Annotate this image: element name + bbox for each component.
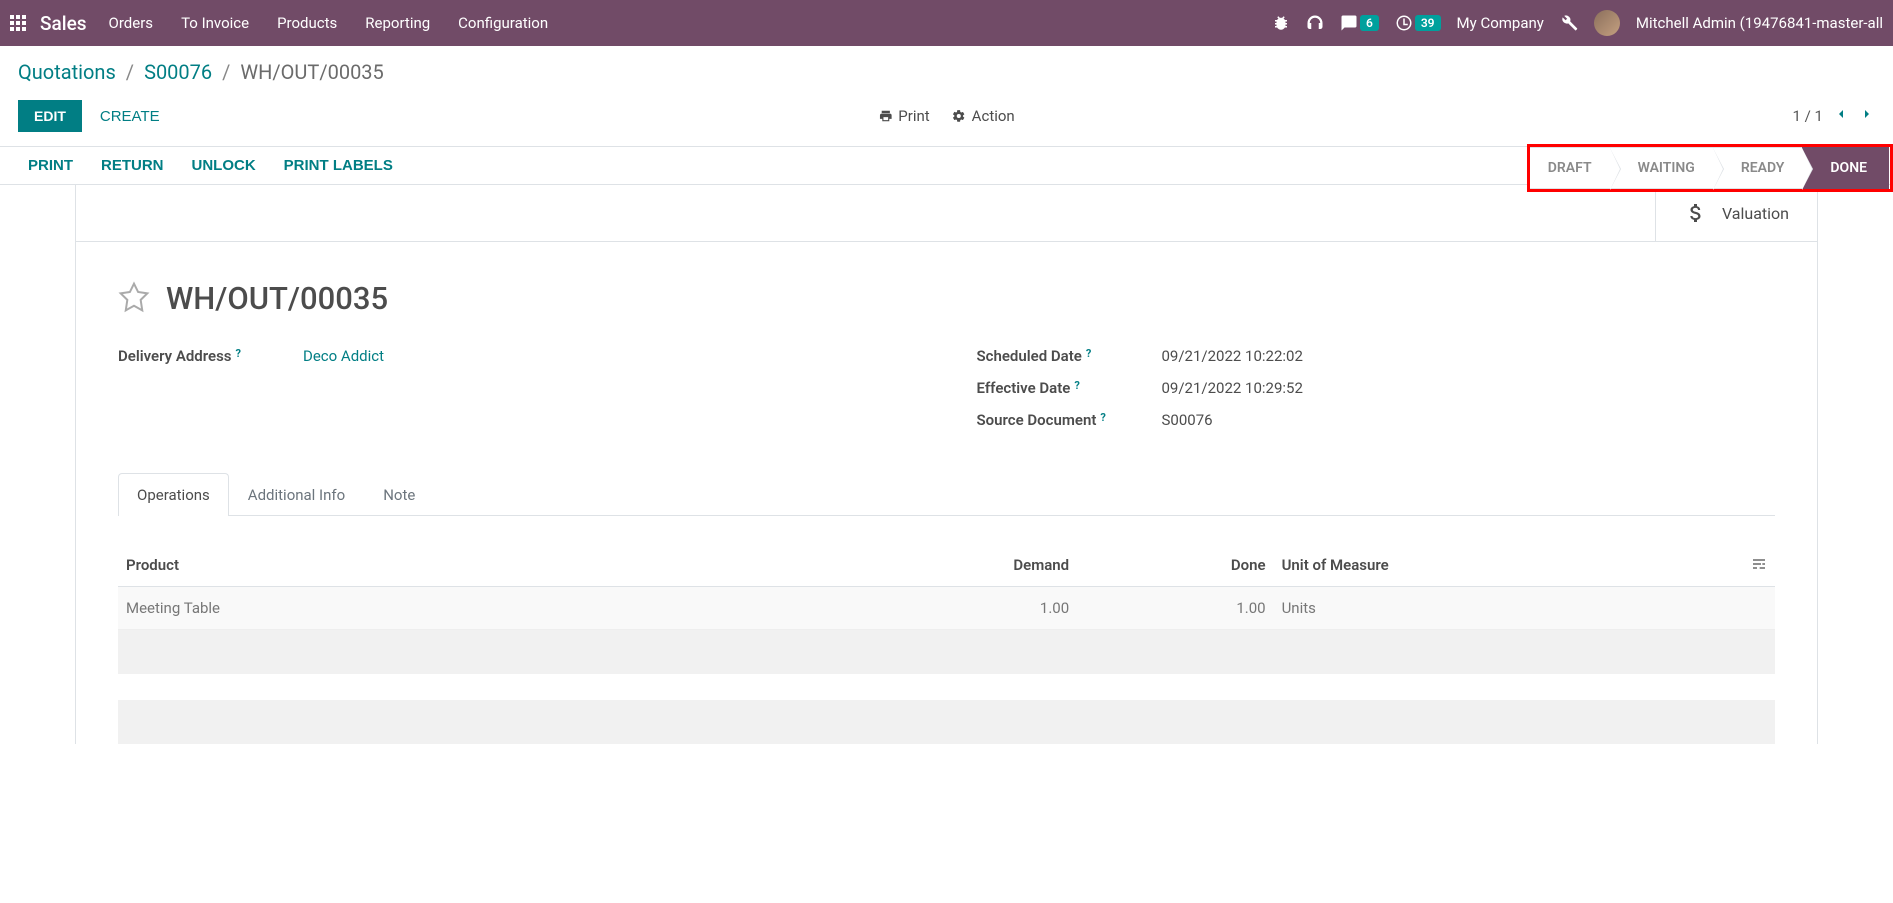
effective-date-value: 09/21/2022 10:29:52	[1162, 379, 1303, 397]
control-bar: Quotations / S00076 / WH/OUT/00035 EDIT …	[0, 46, 1893, 146]
tools-icon[interactable]	[1560, 14, 1578, 32]
print-labels-button[interactable]: PRINT LABELS	[284, 157, 393, 174]
col-uom[interactable]: Unit of Measure	[1276, 556, 1726, 576]
messages-icon[interactable]: 6	[1340, 14, 1379, 32]
gear-icon	[952, 109, 966, 123]
col-demand[interactable]: Demand	[736, 556, 1099, 576]
table-row[interactable]: Meeting Table 1.00 1.00 Units	[118, 587, 1775, 630]
edit-button[interactable]: EDIT	[18, 100, 82, 132]
bug-icon[interactable]	[1272, 14, 1290, 32]
activities-icon[interactable]: 39	[1395, 14, 1441, 32]
username[interactable]: Mitchell Admin (19476841-master-all	[1636, 14, 1883, 32]
form-tabs: Operations Additional Info Note	[118, 473, 1775, 516]
col-options[interactable]	[1725, 556, 1767, 576]
unlock-button[interactable]: UNLOCK	[192, 157, 256, 174]
help-icon[interactable]: ?	[236, 347, 241, 360]
pager-next[interactable]	[1859, 106, 1875, 126]
support-icon[interactable]	[1306, 14, 1324, 32]
print-dropdown[interactable]: Print	[878, 107, 929, 125]
main-navbar: Sales Orders To Invoice Products Reporti…	[0, 0, 1893, 46]
delivery-address-value[interactable]: Deco Addict	[303, 347, 384, 365]
nav-to-invoice[interactable]: To Invoice	[181, 14, 249, 32]
col-product[interactable]: Product	[126, 556, 736, 576]
breadcrumb-order[interactable]: S00076	[144, 60, 212, 84]
action-dropdown[interactable]: Action	[952, 107, 1015, 125]
print-button[interactable]: PRINT	[28, 157, 73, 174]
sliders-icon	[1751, 556, 1767, 572]
table-footer-row	[118, 700, 1775, 744]
operations-table: Product Demand Done Unit of Measure Meet…	[118, 546, 1775, 744]
valuation-button[interactable]: Valuation	[1655, 185, 1817, 241]
delivery-address-label: Delivery Address?	[118, 347, 303, 365]
dollar-icon	[1684, 201, 1708, 225]
status-waiting[interactable]: WAITING	[1610, 147, 1713, 189]
breadcrumb: Quotations / S00076 / WH/OUT/00035	[18, 60, 1875, 84]
return-button[interactable]: RETURN	[101, 157, 164, 174]
record-title: WH/OUT/00035	[166, 280, 388, 317]
cell-demand: 1.00	[736, 599, 1099, 617]
help-icon[interactable]: ?	[1100, 411, 1105, 424]
scheduled-date-label: Scheduled Date?	[977, 347, 1162, 365]
star-icon	[118, 281, 150, 313]
breadcrumb-quotations[interactable]: Quotations	[18, 60, 116, 84]
cell-uom: Units	[1276, 599, 1726, 617]
create-button[interactable]: CREATE	[100, 108, 160, 125]
help-icon[interactable]: ?	[1074, 379, 1079, 392]
source-document-value: S00076	[1162, 411, 1213, 429]
effective-date-label: Effective Date?	[977, 379, 1162, 397]
form-sheet: Valuation WH/OUT/00035 Delivery Address?…	[75, 185, 1818, 744]
status-bar-highlight: DRAFT WAITING READY DONE	[1527, 144, 1893, 192]
col-done[interactable]: Done	[1099, 556, 1275, 576]
tab-additional-info[interactable]: Additional Info	[229, 473, 364, 516]
table-empty-row	[118, 630, 1775, 674]
breadcrumb-current: WH/OUT/00035	[240, 60, 383, 84]
nav-orders[interactable]: Orders	[109, 14, 154, 32]
company-name[interactable]: My Company	[1457, 14, 1544, 32]
status-draft[interactable]: DRAFT	[1530, 147, 1610, 189]
printer-icon	[878, 109, 892, 123]
source-document-label: Source Document?	[977, 411, 1162, 429]
cell-product: Meeting Table	[126, 599, 736, 617]
pager-text: 1 / 1	[1793, 107, 1824, 125]
nav-products[interactable]: Products	[277, 14, 337, 32]
activities-badge: 39	[1415, 15, 1441, 31]
status-ready[interactable]: READY	[1713, 147, 1803, 189]
avatar[interactable]	[1594, 10, 1620, 36]
nav-configuration[interactable]: Configuration	[458, 14, 548, 32]
tab-note[interactable]: Note	[364, 473, 434, 516]
app-name[interactable]: Sales	[40, 12, 87, 35]
chevron-right-icon	[1859, 106, 1875, 122]
chevron-left-icon	[1833, 106, 1849, 122]
apps-icon[interactable]	[10, 15, 26, 31]
action-bar: PRINT RETURN UNLOCK PRINT LABELS DRAFT W…	[0, 146, 1893, 185]
nav-reporting[interactable]: Reporting	[365, 14, 430, 32]
help-icon[interactable]: ?	[1086, 347, 1091, 360]
scheduled-date-value: 09/21/2022 10:22:02	[1162, 347, 1303, 365]
pager-prev[interactable]	[1833, 106, 1849, 126]
priority-star[interactable]	[118, 281, 150, 317]
status-done[interactable]: DONE	[1802, 147, 1889, 189]
cell-done: 1.00	[1099, 599, 1275, 617]
messages-badge: 6	[1360, 15, 1379, 31]
tab-operations[interactable]: Operations	[118, 473, 229, 516]
status-bar: DRAFT WAITING READY DONE	[1530, 147, 1889, 189]
